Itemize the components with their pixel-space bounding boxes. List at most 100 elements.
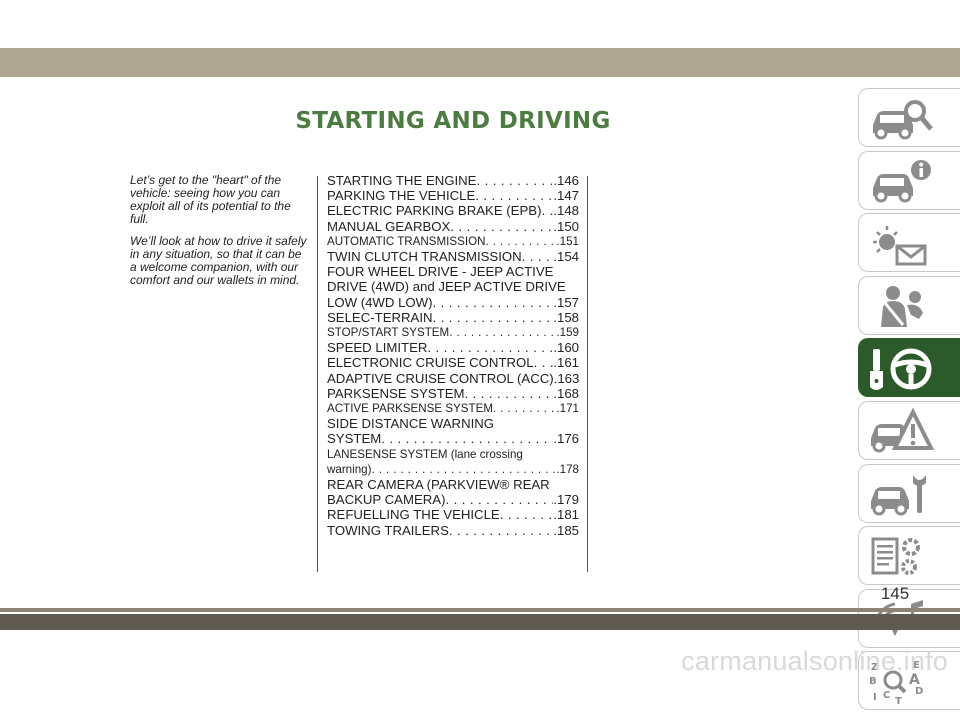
table-of-contents: STARTING THE ENGINE.146PARKING THE VEHIC… <box>327 173 579 538</box>
toc-leader-dots <box>475 188 553 203</box>
toc-page-number: .168 <box>553 385 579 401</box>
toc-entry-title: MANUAL GEARBOX <box>327 218 451 234</box>
tab-in-an-emergency[interactable] <box>858 400 960 460</box>
car-info-icon <box>873 159 931 203</box>
toc-page-number: .157 <box>553 294 579 310</box>
chapter-intro: Let’s get to the "heart" of the vehicle:… <box>130 174 308 296</box>
specifications-gear-icon <box>871 537 920 576</box>
toc-page-number: .158 <box>553 309 579 325</box>
toc-entry-line: REAR CAMERA (PARKVIEW® REAR <box>327 477 579 492</box>
toc-entry-last-line: TOWING TRAILERS .185 <box>327 523 579 538</box>
toc-leader-dots <box>445 492 553 507</box>
top-decorative-band <box>0 48 960 77</box>
toc-page-number: .163 <box>553 370 579 386</box>
toc-entry: FOUR WHEEL DRIVE - JEEP ACTIVE DRIVE (4WD… <box>327 264 579 310</box>
toc-page-number: .154 <box>553 249 579 265</box>
toc-entry-title: ACTIVE PARKSENSE SYSTEM <box>327 402 494 416</box>
toc-entry-title: warning) <box>327 462 372 476</box>
index-letter: T <box>895 696 902 706</box>
tab-dashboard[interactable] <box>858 150 960 210</box>
toc-page-number: .146 <box>553 173 579 188</box>
toc-entry-last-line: STARTING THE ENGINE .146 <box>327 173 579 188</box>
toc-leader-dots <box>485 234 556 249</box>
toc-entry: LANESENSE SYSTEM (lane crossing warning).… <box>327 447 579 477</box>
toc-page-number: .185 <box>553 522 579 538</box>
toc-leader-dots <box>522 249 554 264</box>
toc-leader-dots <box>449 523 553 538</box>
toc-entry-title: TOWING TRAILERS <box>327 522 449 538</box>
tab-starting-and-driving[interactable] <box>858 338 960 398</box>
toc-leader-dots <box>493 401 556 416</box>
toc-leader-dots <box>500 507 554 522</box>
car-warning-triangle-icon <box>871 407 935 453</box>
tab-safety[interactable] <box>858 275 960 335</box>
intro-paragraph: Let’s get to the "heart" of the vehicle:… <box>130 173 291 226</box>
toc-entry: STARTING THE ENGINE .146 <box>327 173 579 188</box>
toc-page-number: .148 <box>553 203 579 219</box>
watermark-text: carmanualsonline.info <box>681 646 948 676</box>
toc-entry-title: LOW (4WD LOW) <box>327 294 433 310</box>
toc-entry-last-line: PARKING THE VEHICLE .147 <box>327 188 579 203</box>
index-letter: D <box>915 686 923 697</box>
toc-page-number: .179 <box>553 492 579 508</box>
toc-entry-title: REFUELLING THE VEHICLE <box>327 507 500 523</box>
toc-entry-last-line: SYSTEM .176 <box>327 431 579 446</box>
car-wrench-icon <box>871 474 926 516</box>
toc-page-number: .147 <box>553 188 579 204</box>
toc-entry: SELEC-TERRAIN .158 <box>327 310 579 325</box>
toc-entry: ACTIVE PARKSENSE SYSTEM .171 <box>327 401 579 416</box>
toc-entry-title: SPEED LIMITER <box>327 340 428 356</box>
toc-entry-last-line: LOW (4WD LOW) .157 <box>327 295 579 310</box>
page-number: 145 <box>880 584 910 603</box>
warning-light-envelope-icon <box>873 226 927 266</box>
toc-page-number: .176 <box>553 431 579 447</box>
toc-entry: ADAPTIVE CRUISE CONTROL (ACC) .163 <box>327 371 579 386</box>
toc-entry: TWIN CLUTCH TRANSMISSION .154 <box>327 249 579 264</box>
toc-entry-last-line: AUTOMATIC TRANSMISSION .151 <box>327 234 579 249</box>
key-steering-wheel-icon <box>870 348 932 391</box>
toc-leader-dots <box>381 431 553 446</box>
toc-entry: REFUELLING THE VEHICLE .181 <box>327 507 579 522</box>
toc-entry-line: DRIVE (4WD) and JEEP ACTIVE DRIVE <box>327 279 579 294</box>
toc-entry: TOWING TRAILERS .185 <box>327 523 579 538</box>
toc-page-number: .178 <box>556 462 579 476</box>
toc-page-number: .161 <box>553 355 579 371</box>
toc-page-number: .160 <box>553 340 579 356</box>
toc-entry: AUTOMATIC TRANSMISSION .151 <box>327 234 579 249</box>
tab-technical-specifications[interactable] <box>858 526 960 586</box>
toc-entry-title: DRIVE (4WD) and JEEP ACTIVE DRIVE <box>327 279 566 295</box>
toc-entry-title: SIDE DISTANCE WARNING <box>327 416 495 432</box>
toc-entry: STOP/START SYSTEM .159 <box>327 325 579 340</box>
toc-entry: PARKSENSE SYSTEM .168 <box>327 386 579 401</box>
toc-entry-title: TWIN CLUTCH TRANSMISSION <box>327 249 522 265</box>
index-letter: I <box>873 692 877 703</box>
tab-servicing-and-care[interactable] <box>858 463 960 523</box>
toc-entry-last-line: PARKSENSE SYSTEM .168 <box>327 386 579 401</box>
toc-leader-dots <box>371 462 556 477</box>
toc-entry-title: PARKING THE VEHICLE <box>327 188 476 204</box>
toc-entry-title: AUTOMATIC TRANSMISSION <box>327 234 486 248</box>
toc-entry-last-line: SPEED LIMITER .160 <box>327 340 579 355</box>
toc-leader-dots <box>433 295 554 310</box>
toc-entry-title: FOUR WHEEL DRIVE - JEEP ACTIVE <box>327 264 554 280</box>
toc-entry-title: SYSTEM <box>327 431 382 447</box>
toc-entry: SPEED LIMITER .160 <box>327 340 579 355</box>
person-seatbelt-icon <box>881 285 923 327</box>
toc-entry: PARKING THE VEHICLE .147 <box>327 188 579 203</box>
toc-entry: ELECTRIC PARKING BRAKE (EPB) .148 <box>327 203 579 218</box>
toc-entry-last-line: warning) .178 <box>327 462 579 477</box>
toc-entry-line: FOUR WHEEL DRIVE - JEEP ACTIVE <box>327 264 579 279</box>
toc-leader-dots <box>433 310 554 325</box>
tab-knowing-your-vehicle[interactable] <box>858 88 960 147</box>
toc-entry-last-line: SELEC-TERRAIN .158 <box>327 310 579 325</box>
page-title: STARTING AND DRIVING <box>295 108 611 134</box>
toc-entry-title: PARKSENSE SYSTEM <box>327 385 465 401</box>
toc-entry-last-line: ELECTRONIC CRUISE CONTROL .161 <box>327 355 579 370</box>
column-divider-left <box>317 176 318 572</box>
toc-entry-title: BACKUP CAMERA) <box>327 492 446 508</box>
toc-leader-dots <box>427 340 553 355</box>
tab-warning-lights[interactable] <box>858 213 960 273</box>
toc-page-number: .181 <box>553 507 579 523</box>
toc-leader-dots <box>534 355 554 370</box>
toc-page-number: .159 <box>556 326 579 340</box>
